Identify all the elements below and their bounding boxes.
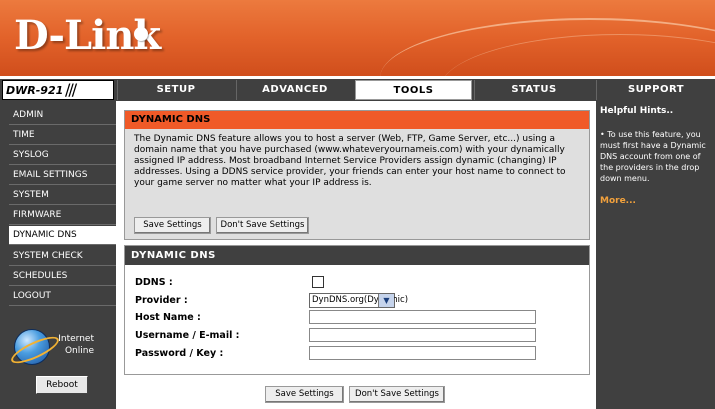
- tab-setup[interactable]: SETUP: [117, 80, 234, 100]
- ddns-label: DDNS :: [135, 277, 173, 288]
- hints-title: Helpful Hints..: [600, 106, 674, 116]
- ddns-checkbox[interactable]: [312, 276, 324, 288]
- ddns-form-title: DYNAMIC DNS: [125, 246, 589, 265]
- username-label: Username / E-mail :: [135, 330, 240, 341]
- provider-label: Provider :: [135, 295, 188, 306]
- sidebar-item-schedules[interactable]: SCHEDULES: [9, 267, 116, 286]
- hints-more-link[interactable]: More...: [600, 196, 636, 206]
- intro-description: The Dynamic DNS feature allows you to ho…: [134, 134, 566, 188]
- tab-status[interactable]: STATUS: [474, 80, 593, 100]
- sidebar-item-system[interactable]: SYSTEM: [9, 186, 116, 205]
- intro-panel: DYNAMIC DNS The Dynamic DNS feature allo…: [124, 110, 590, 240]
- model-label: DWR-921 ///: [2, 80, 114, 100]
- sidebar-item-time[interactable]: TIME: [9, 126, 116, 145]
- username-input[interactable]: [309, 328, 536, 342]
- sidebar-item-system-check[interactable]: SYSTEM CHECK: [9, 247, 116, 266]
- save-settings-button[interactable]: Save Settings: [134, 217, 211, 234]
- password-input[interactable]: [309, 346, 536, 360]
- internet-status-line2: Online: [64, 346, 94, 356]
- bottom-save-settings-button[interactable]: Save Settings: [265, 386, 344, 403]
- sidebar-item-firmware[interactable]: FIRMWARE: [9, 206, 116, 225]
- host-name-input[interactable]: [309, 310, 536, 324]
- reboot-button[interactable]: Reboot: [36, 376, 88, 394]
- tab-tools[interactable]: TOOLS: [355, 80, 472, 100]
- password-label: Password / Key :: [135, 348, 224, 359]
- host-name-label: Host Name :: [135, 312, 201, 323]
- internet-status-line1: Internet: [58, 334, 94, 344]
- tab-advanced[interactable]: ADVANCED: [236, 80, 353, 100]
- internet-status: Internet Online: [14, 327, 114, 367]
- internet-status-text: Internet Online: [58, 333, 94, 357]
- model-name: DWR-921: [6, 84, 64, 97]
- internet-globe-icon: [14, 329, 50, 365]
- column-divider: [116, 101, 124, 409]
- sidebar-item-logout[interactable]: LOGOUT: [9, 287, 116, 306]
- sidebar-item-syslog[interactable]: SYSLOG: [9, 146, 116, 165]
- hints-text: • To use this feature, you must first ha…: [600, 130, 706, 183]
- logo-dot-icon: [134, 27, 148, 41]
- chevron-down-icon[interactable]: ▼: [378, 294, 394, 307]
- sidebar-item-admin[interactable]: ADMIN: [9, 106, 116, 125]
- dont-save-settings-button[interactable]: Don't Save Settings: [216, 217, 309, 234]
- bottom-dont-save-settings-button[interactable]: Don't Save Settings: [349, 386, 445, 403]
- intro-panel-title: DYNAMIC DNS: [125, 111, 589, 129]
- model-slash-icon: ///: [65, 80, 77, 99]
- sidebar-item-email-settings[interactable]: EMAIL SETTINGS: [9, 166, 116, 185]
- tab-support[interactable]: SUPPORT: [596, 80, 715, 100]
- helpful-hints-panel: Helpful Hints.. • To use this feature, y…: [596, 101, 715, 409]
- brand-banner: D-Link: [0, 0, 715, 76]
- sidebar-item-dynamic-dns[interactable]: DYNAMIC DNS: [9, 226, 116, 245]
